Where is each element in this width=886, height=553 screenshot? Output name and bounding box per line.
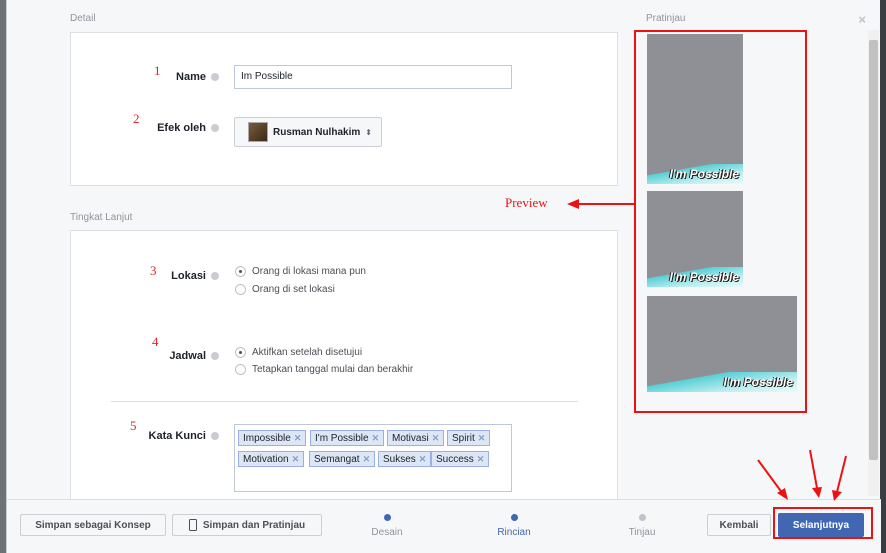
- radio-label: Orang di lokasi mana pun: [252, 266, 366, 277]
- location-option-set[interactable]: Orang di set lokasi: [235, 284, 335, 295]
- keyword-tag: Spirit ✕: [447, 430, 491, 446]
- location-label-text: Lokasi: [171, 270, 206, 282]
- tag-label: Spirit: [452, 432, 475, 444]
- step-label: Rincian: [497, 527, 531, 538]
- remove-icon[interactable]: ✕: [372, 433, 380, 444]
- preview-thumb-square: I'm Possible: [647, 191, 743, 287]
- annotation-arrows-icon: [757, 450, 847, 501]
- step-label: Desain: [371, 527, 403, 538]
- step-dot: [510, 514, 518, 521]
- step-details[interactable]: Rincian: [484, 514, 544, 538]
- remove-icon[interactable]: ✕: [432, 433, 440, 444]
- keywords-label-text: Kata Kunci: [148, 430, 206, 442]
- preview-annotation: Preview: [505, 195, 548, 210]
- tag-label: I'm Possible: [315, 432, 369, 444]
- help-icon[interactable]: [211, 73, 219, 82]
- keyword-tag: Impossible ✕: [238, 430, 307, 446]
- back-button[interactable]: Kembali: [707, 514, 771, 536]
- phone-icon: [188, 519, 197, 531]
- help-icon[interactable]: [211, 352, 219, 361]
- schedule-label-text: Jadwal: [169, 350, 206, 362]
- preview-thumb-portrait: I'm Possible: [647, 34, 743, 184]
- divider: [111, 401, 578, 402]
- tag-label: Motivasi: [392, 432, 429, 444]
- create-frame-dialog: × Detail 1 Name Im Possible 2 Efek oleh …: [6, 0, 881, 553]
- dialog-footer: Simpan sebagai Konsep Simpan dan Pratinj…: [7, 499, 881, 553]
- radio-label: Tetapkan tanggal mulai dan berakhir: [252, 364, 414, 375]
- save-preview-label: Simpan dan Pratinjau: [202, 519, 306, 531]
- avatar: [248, 122, 268, 142]
- step-dot: [638, 514, 646, 521]
- save-preview-button[interactable]: Simpan dan Pratinjau: [172, 514, 322, 536]
- scrollbar-thumb[interactable]: [869, 40, 878, 460]
- annotation-arrow-icon: [567, 199, 634, 209]
- location-option-anywhere[interactable]: Orang di lokasi mana pun: [235, 266, 366, 277]
- schedule-option-on-approval[interactable]: Aktifkan setelah disetujui: [235, 347, 362, 358]
- advanced-section-title: Tingkat Lanjut: [70, 212, 133, 223]
- preview-highlight-box: I'm Possible I'm Possible I'm Possible: [634, 30, 807, 413]
- location-label: Lokasi: [131, 270, 219, 282]
- remove-icon[interactable]: ✕: [478, 433, 486, 444]
- remove-icon[interactable]: ✕: [363, 454, 371, 465]
- radio-button[interactable]: [235, 347, 246, 358]
- help-icon[interactable]: [211, 432, 219, 441]
- tag-label: Success: [436, 453, 474, 465]
- save-draft-button[interactable]: Simpan sebagai Konsep: [20, 514, 166, 536]
- remove-icon[interactable]: ✕: [292, 454, 300, 465]
- scrollbar[interactable]: [868, 30, 879, 496]
- thumb-text: I'm Possible: [669, 270, 739, 284]
- radio-label: Aktifkan setelah disetujui: [252, 347, 363, 358]
- help-icon[interactable]: [211, 272, 219, 281]
- effect-label-text: Efek oleh: [157, 122, 206, 134]
- tag-label: Sukses: [383, 453, 416, 465]
- remove-icon[interactable]: ✕: [419, 454, 427, 465]
- page-selector[interactable]: Rusman Nulhakim ⬍: [234, 117, 382, 147]
- advanced-card: 3 Lokasi Orang di lokasi mana pun Orang …: [70, 230, 618, 502]
- keyword-tag: Semangat ✕: [309, 451, 376, 467]
- detail-section-title: Detail: [70, 13, 96, 24]
- step-design[interactable]: Desain: [357, 514, 417, 538]
- name-label-text: Name: [176, 71, 206, 83]
- step-label: Tinjau: [628, 527, 656, 538]
- step-review[interactable]: Tinjau: [612, 514, 672, 538]
- name-label: Name: [131, 71, 219, 83]
- effect-label: Efek oleh: [131, 122, 219, 134]
- preview-thumb-landscape: I'm Possible: [647, 296, 797, 392]
- radio-label: Orang di set lokasi: [252, 284, 335, 295]
- keyword-tag: Motivation ✕: [238, 451, 305, 467]
- preview-section-title: Pratinjau: [646, 13, 686, 24]
- tag-label: Impossible: [243, 432, 291, 444]
- help-icon[interactable]: [211, 124, 219, 133]
- step-number-4: 4: [152, 334, 159, 349]
- schedule-label: Jadwal: [131, 350, 219, 362]
- radio-button[interactable]: [235, 284, 246, 295]
- schedule-option-dates[interactable]: Tetapkan tanggal mulai dan berakhir: [235, 364, 413, 375]
- tag-label: Motivation: [243, 453, 289, 465]
- thumb-text: I'm Possible: [669, 167, 739, 181]
- name-input[interactable]: Im Possible: [234, 65, 512, 89]
- keyword-tag: Motivasi ✕: [387, 430, 445, 446]
- keyword-tag: I'm Possible ✕: [310, 430, 385, 446]
- chevron-updown-icon: ⬍: [365, 127, 372, 137]
- thumb-text: I'm Possible: [723, 375, 793, 389]
- tag-label: Semangat: [314, 453, 360, 465]
- keywords-label: Kata Kunci: [131, 430, 219, 442]
- detail-card: 1 Name Im Possible 2 Efek oleh Rusman Nu…: [70, 32, 618, 186]
- keyword-tag: Success ✕: [431, 451, 490, 467]
- remove-icon[interactable]: ✕: [294, 433, 302, 444]
- remove-icon[interactable]: ✕: [477, 454, 485, 465]
- step-dot: [383, 514, 391, 521]
- radio-button[interactable]: [235, 266, 246, 277]
- keyword-tag: Sukses ✕: [378, 451, 432, 467]
- keywords-input[interactable]: Impossible ✕ I'm Possible ✕ Motivasi ✕ Spir…: [234, 424, 512, 492]
- next-highlight-box: [773, 507, 873, 539]
- page-name: Rusman Nulhakim: [273, 126, 361, 138]
- radio-button[interactable]: [235, 364, 246, 375]
- close-icon[interactable]: ×: [858, 12, 866, 27]
